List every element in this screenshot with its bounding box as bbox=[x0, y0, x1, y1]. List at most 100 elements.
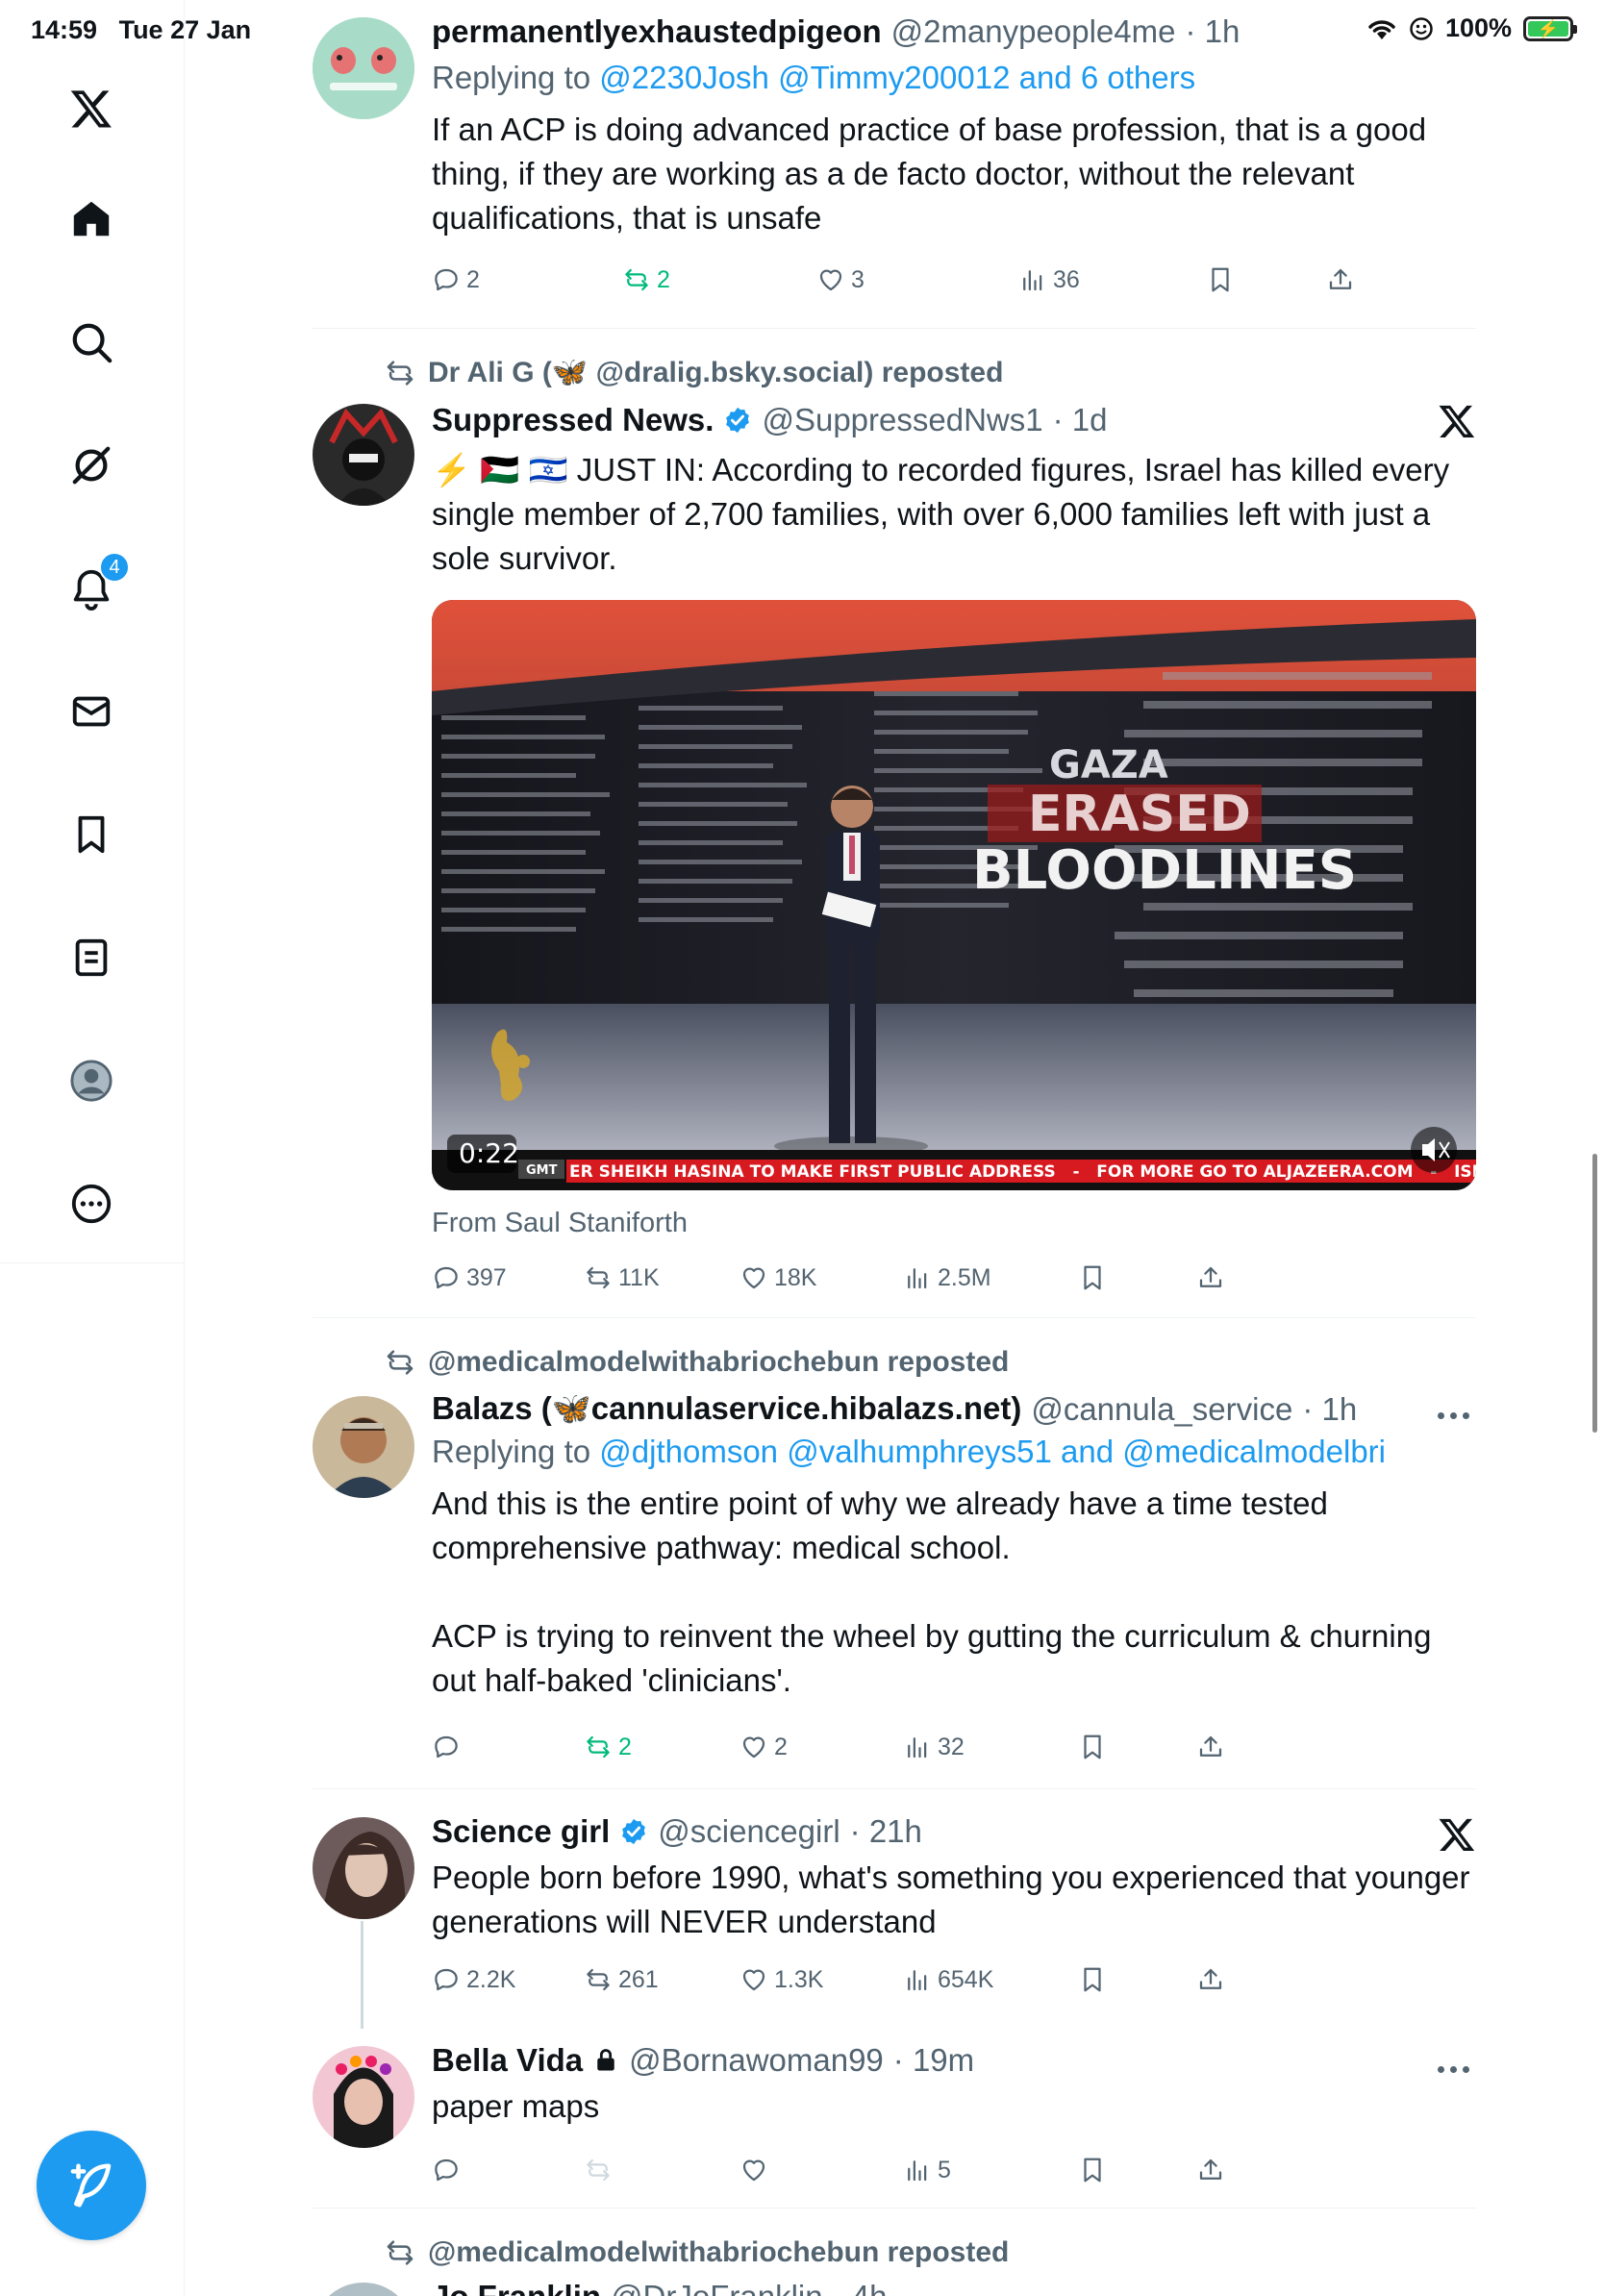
author-name[interactable]: Bella Vida bbox=[432, 2042, 583, 2079]
author-name[interactable]: permanentlyexhaustedpigeon bbox=[432, 13, 882, 50]
post-actions: 397 11K 18K 2.5M bbox=[432, 1263, 1355, 1302]
bookmark-button[interactable] bbox=[1078, 1733, 1107, 1761]
share-button[interactable] bbox=[1196, 1965, 1225, 1994]
search-icon[interactable] bbox=[53, 304, 130, 381]
notifications-icon[interactable]: 4 bbox=[53, 550, 130, 627]
like-button[interactable] bbox=[739, 2156, 774, 2184]
author-handle[interactable]: @SuppressedNws1 bbox=[762, 402, 1042, 438]
verified-badge-icon bbox=[622, 1818, 646, 1845]
bookmark-button[interactable] bbox=[1206, 265, 1235, 294]
compose-post-button[interactable] bbox=[37, 2131, 146, 2240]
author-handle[interactable]: @cannula_service bbox=[1031, 1391, 1292, 1428]
views-icon bbox=[1023, 270, 1042, 291]
repost-button[interactable] bbox=[584, 2156, 618, 2184]
bookmarks-icon[interactable] bbox=[53, 796, 130, 873]
repost-attribution[interactable]: Dr Ali G (🦋 @dralig.bsky.social) reposte… bbox=[384, 356, 1003, 389]
reply-button[interactable]: 2.2K bbox=[432, 1965, 515, 1994]
post-time[interactable]: · 19m bbox=[893, 2042, 974, 2079]
reply-targets[interactable]: @2230Josh @Timmy200012 and 6 others bbox=[599, 60, 1195, 95]
grok-icon[interactable] bbox=[53, 427, 130, 504]
post-time[interactable]: · 1h bbox=[1302, 1391, 1357, 1428]
author-handle[interactable]: @sciencegirl bbox=[658, 1813, 840, 1850]
post-time[interactable]: · 4h bbox=[833, 2279, 888, 2296]
more-options-button[interactable] bbox=[1438, 1406, 1476, 1425]
post-header: Science girl @sciencegirl · 21h bbox=[432, 1813, 1476, 1850]
reply-button[interactable]: 397 bbox=[432, 1263, 507, 1292]
repost-button[interactable]: 2 bbox=[622, 265, 670, 294]
reply-button[interactable]: 2 bbox=[432, 265, 480, 294]
author-name[interactable]: Science girl bbox=[432, 1813, 610, 1850]
like-button[interactable]: 1.3K bbox=[739, 1965, 823, 1994]
author-handle[interactable]: @2manypeople4me bbox=[891, 13, 1176, 50]
x-logo-icon[interactable] bbox=[53, 70, 130, 147]
repost-attribution[interactable]: @medicalmodelwithabriochebun reposted bbox=[384, 1346, 1009, 1379]
author-name[interactable]: Jo Franklin bbox=[432, 2279, 601, 2296]
bookmark-icon bbox=[1084, 1265, 1101, 1290]
share-button[interactable] bbox=[1326, 265, 1355, 294]
repost-attribution-text: @medicalmodelwithabriochebun reposted bbox=[428, 1346, 1010, 1378]
post-text: If an ACP is doing advanced practice of … bbox=[432, 112, 1427, 236]
reply-button[interactable] bbox=[432, 2156, 466, 2184]
like-button[interactable]: 2 bbox=[739, 1733, 788, 1761]
lists-icon[interactable] bbox=[53, 919, 130, 996]
views-icon bbox=[908, 1268, 927, 1289]
post-time[interactable]: · 1d bbox=[1053, 402, 1108, 438]
author-name[interactable]: Suppressed News. bbox=[432, 402, 714, 438]
like-button[interactable]: 18K bbox=[739, 1263, 816, 1292]
reply-icon bbox=[435, 268, 458, 291]
bookmark-button[interactable] bbox=[1078, 1263, 1107, 1292]
video-headline-1: GAZA bbox=[1049, 743, 1168, 787]
share-icon bbox=[1199, 1266, 1222, 1287]
avatar[interactable] bbox=[313, 404, 414, 506]
more-options-button[interactable] bbox=[1438, 2059, 1476, 2079]
repost-attribution[interactable]: @medicalmodelwithabriochebun reposted bbox=[384, 2236, 1009, 2269]
repost-button[interactable]: 2 bbox=[584, 1733, 632, 1761]
post-time[interactable]: · 1h bbox=[1185, 13, 1240, 50]
bookmark-button[interactable] bbox=[1078, 2156, 1107, 2184]
bookmark-button[interactable] bbox=[1078, 1965, 1107, 1994]
share-button[interactable] bbox=[1196, 2156, 1225, 2184]
reply-icon bbox=[435, 1266, 458, 1289]
messages-icon[interactable] bbox=[53, 673, 130, 750]
avatar[interactable] bbox=[313, 2046, 414, 2148]
share-button[interactable] bbox=[1196, 1263, 1225, 1292]
views-button[interactable]: 32 bbox=[903, 1733, 965, 1761]
post-body: Bella Vida @Bornawoman99 · 19m paper map… bbox=[432, 2042, 1476, 2129]
scrollbar[interactable] bbox=[1592, 1154, 1597, 1433]
post-body: Jo Franklin @DrJoFranklin · 4h bbox=[432, 2279, 1476, 2296]
share-icon bbox=[1199, 2159, 1222, 2180]
post-text: And this is the entire point of why we a… bbox=[432, 1485, 1432, 1698]
views-button[interactable]: 5 bbox=[903, 2156, 951, 2184]
post-header: Balazs (🦋cannulaservice.hibalazs.net) @c… bbox=[432, 1390, 1476, 1428]
avatar[interactable] bbox=[313, 17, 414, 119]
share-button[interactable] bbox=[1196, 1733, 1225, 1761]
reply-targets[interactable]: @djthomson @valhumphreys51 and @medicalm… bbox=[599, 1434, 1386, 1469]
like-button[interactable]: 3 bbox=[816, 265, 865, 294]
reply-button[interactable] bbox=[432, 1733, 466, 1761]
author-name[interactable]: Balazs (🦋cannulaservice.hibalazs.net) bbox=[432, 1390, 1021, 1428]
thread-connector bbox=[361, 1921, 363, 2029]
video-player[interactable]: GAZA ERASED BLOODLINES ER SHEIKH HASINA … bbox=[432, 600, 1476, 1190]
repost-button[interactable]: 261 bbox=[584, 1965, 659, 1994]
views-button[interactable]: 654K bbox=[903, 1965, 993, 1994]
bookmark-icon bbox=[1084, 1734, 1101, 1759]
views-button[interactable]: 2.5M bbox=[903, 1263, 991, 1292]
post-actions: 2 2 32 bbox=[432, 1733, 1355, 1771]
author-handle[interactable]: @Bornawoman99 bbox=[629, 2042, 884, 2079]
reply-icon bbox=[435, 1968, 458, 1991]
battery-icon: ⚡ bbox=[1523, 15, 1577, 41]
views-button[interactable]: 36 bbox=[1018, 265, 1080, 294]
heart-icon bbox=[742, 1267, 765, 1289]
post-text: ⚡️ 🇵🇸 🇮🇱 JUST IN: According to recorded … bbox=[432, 452, 1450, 576]
profile-avatar[interactable] bbox=[53, 1042, 130, 1119]
avatar[interactable] bbox=[313, 2283, 414, 2296]
view-count: 2.5M bbox=[938, 1263, 991, 1291]
avatar[interactable] bbox=[313, 1817, 414, 1919]
post-time[interactable]: · 21h bbox=[850, 1813, 922, 1850]
from-attribution[interactable]: From Saul Staniforth bbox=[432, 1208, 688, 1239]
author-handle[interactable]: @DrJoFranklin bbox=[611, 2279, 823, 2296]
more-options-icon[interactable] bbox=[53, 1165, 130, 1242]
avatar[interactable] bbox=[313, 1396, 414, 1498]
home-icon[interactable] bbox=[53, 181, 130, 258]
repost-button[interactable]: 11K bbox=[584, 1263, 660, 1292]
